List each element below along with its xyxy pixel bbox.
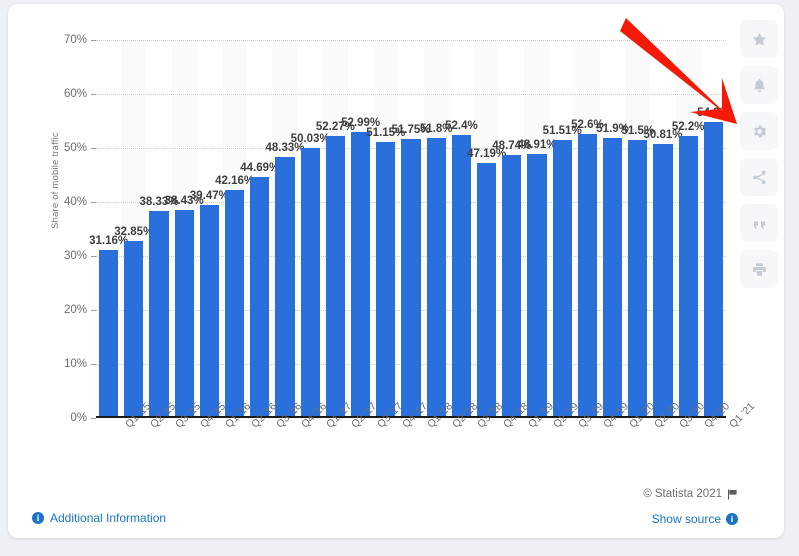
bar[interactable]	[300, 147, 320, 418]
bar[interactable]	[577, 133, 597, 418]
share-button[interactable]	[740, 158, 778, 196]
bar[interactable]	[149, 211, 169, 418]
y-axis-tick-mark	[91, 418, 96, 419]
y-axis-title: Share of mobile traffic	[50, 132, 61, 229]
bar[interactable]	[199, 204, 219, 418]
bar-value-label: 42.16%	[215, 175, 255, 188]
x-axis-tick-label: Q4 '19	[601, 400, 632, 431]
bar[interactable]	[174, 210, 194, 418]
favorite-button[interactable]	[740, 20, 778, 58]
x-axis-tick-label: Q1 '16	[223, 400, 253, 431]
x-axis-tick-label: Q4 '18	[500, 400, 531, 431]
x-axis-tick-label: Q2 '20	[651, 400, 682, 431]
plot-area: 0% 10% 20% 30% 40% 50% 60% 70% 31.16% 32.85% 38.3…	[64, 34, 730, 424]
star-icon	[751, 31, 768, 48]
flag-icon	[728, 489, 737, 499]
bar-value-label: 39.47%	[189, 189, 229, 202]
quote-icon	[751, 215, 768, 232]
bar[interactable]	[426, 138, 446, 418]
bar[interactable]	[653, 143, 673, 418]
x-axis-tick-label: Q1 '15	[122, 400, 153, 431]
show-source-link[interactable]: Show source i	[652, 512, 738, 526]
bar[interactable]	[401, 138, 421, 418]
bar[interactable]	[351, 131, 371, 418]
x-axis-tick-label: Q1 '21	[727, 400, 758, 431]
x-axis-tick-label: Q1 '20	[626, 400, 657, 431]
share-icon	[751, 169, 768, 186]
x-axis-tick-label: Q1 '17	[324, 400, 354, 431]
alert-button[interactable]	[740, 66, 778, 104]
page-root: Share of mobile traffic 0% 10% 20% 30% 40% 50…	[0, 0, 799, 556]
x-axis-tick-label: Q3 '17	[374, 400, 405, 431]
bar-value-label: 52.2%	[671, 121, 705, 134]
bar[interactable]	[603, 137, 623, 418]
bar[interactable]	[124, 240, 144, 418]
bar[interactable]	[628, 139, 648, 418]
bar[interactable]	[552, 139, 572, 418]
print-button[interactable]	[740, 250, 778, 288]
y-axis-tick-label: 30%	[63, 250, 87, 262]
y-axis-tick-label: 0%	[70, 412, 87, 424]
x-axis-tick-label: Q2 '17	[349, 400, 380, 431]
x-axis-tick-labels: Q1 '15Q2 '15Q3 '15Q4 '15Q1 '16Q2 '16Q3 '…	[96, 400, 758, 482]
x-axis-tick-label: Q3 '16	[273, 400, 304, 431]
bar-value-label: 32.85%	[114, 225, 154, 238]
bar-value-label: 44.69%	[240, 161, 280, 174]
x-axis-tick-label: Q4 '16	[299, 400, 330, 431]
bar[interactable]	[502, 154, 522, 418]
bar[interactable]	[325, 135, 345, 418]
bar[interactable]	[678, 136, 698, 418]
copyright-label: © Statista 2021	[643, 488, 722, 500]
y-axis-tick-label: 60%	[63, 88, 87, 100]
bar[interactable]	[527, 153, 547, 418]
y-axis-tick-label: 40%	[63, 196, 87, 208]
copyright-notice: © Statista 2021	[643, 488, 738, 500]
bar-series: 31.16% 32.85% 38.33% 38.43% 39.47% 42.16% 44.6…	[89, 40, 730, 418]
bar[interactable]	[99, 249, 119, 418]
chart-container: Share of mobile traffic 0% 10% 20% 30% 40% 50…	[8, 4, 784, 484]
x-axis-tick-label: Q4 '17	[399, 400, 430, 431]
action-rail	[740, 20, 780, 288]
additional-information-label: Additional Information	[50, 511, 167, 525]
bar-value-label: 52.4%	[445, 120, 478, 133]
bar[interactable]	[451, 135, 471, 418]
info-icon: i	[726, 513, 738, 525]
bar-value-label: 54.8%	[697, 107, 730, 120]
statistic-card: Share of mobile traffic 0% 10% 20% 30% 40% 50…	[8, 4, 784, 538]
x-axis-tick-label: Q2 '18	[450, 400, 481, 431]
y-axis-tick-label: 50%	[63, 142, 87, 154]
bar[interactable]	[376, 141, 396, 418]
bar[interactable]	[250, 176, 270, 418]
y-axis-tick-label: 10%	[63, 358, 87, 370]
bar-value-label: 50.03%	[290, 132, 330, 145]
info-icon: i	[32, 512, 44, 524]
settings-button[interactable]	[740, 112, 778, 150]
cite-button[interactable]	[740, 204, 778, 242]
x-axis-tick-label: Q3 '19	[576, 400, 606, 431]
bar[interactable]	[225, 190, 245, 418]
bar[interactable]	[703, 122, 723, 418]
gear-icon	[751, 123, 768, 140]
card-footer: i Additional Information © Statista 2021…	[8, 480, 784, 538]
bar[interactable]	[477, 163, 497, 418]
x-axis-tick-label: Q2 '15	[147, 400, 178, 431]
x-axis-tick-label: Q3 '18	[475, 400, 505, 431]
x-axis-tick-label: Q2 '19	[551, 400, 582, 431]
x-axis-tick-label: Q1 '18	[425, 400, 455, 431]
x-axis-tick-label: Q2 '16	[248, 400, 279, 431]
additional-information-link[interactable]: i Additional Information	[32, 511, 166, 525]
x-axis-tick-label: Q4 '15	[198, 400, 229, 431]
bar[interactable]	[275, 157, 295, 418]
x-axis-tick-label: Q4 '20	[702, 400, 733, 431]
show-source-label: Show source	[651, 512, 721, 526]
y-axis-tick-label: 70%	[63, 34, 87, 46]
x-axis-tick-label: Q3 '15	[173, 400, 203, 431]
bell-icon	[751, 77, 768, 94]
bar-value-label: 48.91%	[517, 138, 557, 151]
y-axis-tick-label: 20%	[63, 304, 87, 316]
x-axis-tick-label: Q3 '20	[677, 400, 707, 431]
x-axis-tick-label: Q1 '19	[525, 400, 556, 431]
print-icon	[751, 261, 768, 278]
